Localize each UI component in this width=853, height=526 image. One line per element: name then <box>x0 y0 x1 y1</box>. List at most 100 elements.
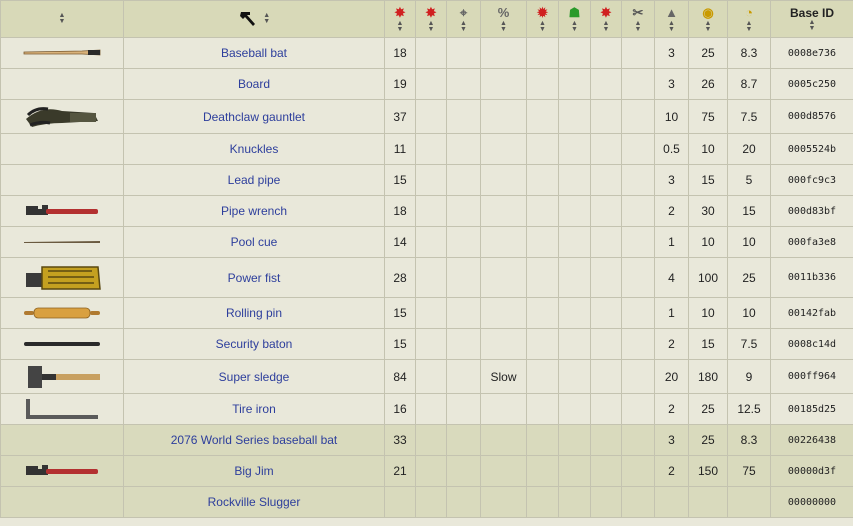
weapon-name-link[interactable]: Rockville Slugger <box>123 486 385 518</box>
value-cell: 25 <box>688 393 728 425</box>
stat-cell <box>590 257 622 298</box>
sort-arrows-icon[interactable]: ▲ ▼ <box>482 20 526 33</box>
value-cell: 75 <box>688 99 728 134</box>
weapon-image[interactable] <box>0 133 124 165</box>
critical-chance-icon: ✸ <box>600 5 612 20</box>
weapon-image[interactable] <box>0 297 124 329</box>
stat-column-header[interactable]: ☗ ▲ ▼ <box>558 0 591 38</box>
weapon-image[interactable] <box>0 68 124 100</box>
stat-cell <box>415 226 447 258</box>
value-cell: 26 <box>688 68 728 100</box>
stat-cell <box>558 297 591 329</box>
weapon-name-link[interactable]: Security baton <box>123 328 385 360</box>
stat-cell <box>590 359 622 394</box>
table-row: Lead pipe 15 3 15 5 000fc9c3 <box>0 164 853 196</box>
base-id-cell: 0005524b <box>770 133 853 165</box>
weapon-name-link[interactable]: Rolling pin <box>123 297 385 329</box>
cue-icon <box>24 241 100 243</box>
stat-cell <box>558 164 591 196</box>
stat-column-header[interactable]: ✂ ▲ ▼ <box>621 0 655 38</box>
weapon-image[interactable] <box>0 486 124 518</box>
stat-cell <box>621 486 655 518</box>
weapon-name-link[interactable]: Power fist <box>123 257 385 298</box>
crosshair-icon: ⌖ <box>459 5 468 20</box>
value-cell <box>688 486 728 518</box>
stat-cell <box>558 68 591 100</box>
stat-column-header[interactable]: ✸ ▲ ▼ <box>590 0 622 38</box>
stat-cell <box>446 328 481 360</box>
stat-cell <box>415 297 447 329</box>
weapon-image[interactable] <box>0 424 124 456</box>
sort-arrows-icon[interactable]: ▲ ▼ <box>690 20 727 33</box>
weapon-name-link[interactable]: Lead pipe <box>123 164 385 196</box>
image-column-header[interactable]: ▲ ▼ <box>0 0 124 38</box>
stat-column-header[interactable]: % ▲ ▼ <box>480 0 527 38</box>
weapon-name-link[interactable]: Baseball bat <box>123 37 385 69</box>
weapon-image[interactable] <box>0 393 124 425</box>
weapon-image[interactable] <box>0 195 124 227</box>
stat-cell <box>446 195 481 227</box>
claw-icon <box>26 106 98 127</box>
weapon-name-link[interactable]: 2076 World Series baseball bat <box>123 424 385 456</box>
stat-cell <box>415 455 447 487</box>
speed-cell <box>480 164 527 196</box>
stat-cell <box>590 37 622 69</box>
weapon-name-link[interactable]: Pool cue <box>123 226 385 258</box>
percent-icon: % <box>497 5 510 20</box>
stat-column-header[interactable]: ▲ ▲ ▼ <box>654 0 689 38</box>
stat-cell <box>526 424 559 456</box>
sort-arrows-icon[interactable]: ▲ ▼ <box>2 12 123 25</box>
stat-column-header[interactable]: ◔ ▲ ▼ <box>727 0 771 38</box>
weapon-name-link[interactable]: Tire iron <box>123 393 385 425</box>
weapon-image[interactable] <box>0 257 124 298</box>
weapon-name-link[interactable]: Pipe wrench <box>123 195 385 227</box>
health-cell: 5 <box>727 164 771 196</box>
weapon-image[interactable] <box>0 37 124 69</box>
sort-arrows-icon[interactable]: ▲ ▼ <box>560 20 590 33</box>
weapon-name-link[interactable]: Knuckles <box>123 133 385 165</box>
sort-arrows-icon[interactable]: ▲ ▼ <box>656 20 688 33</box>
health-cell: 10 <box>727 226 771 258</box>
health-cell: 8.7 <box>727 68 771 100</box>
stat-cell <box>415 164 447 196</box>
pin-icon <box>24 307 100 319</box>
sort-arrows-icon[interactable]: ▲ ▼ <box>448 20 480 33</box>
weight-cell: 20 <box>654 359 689 394</box>
base-id-cell: 00000000 <box>770 486 853 518</box>
sort-arrows-icon[interactable]: ▲ ▼ <box>263 12 270 25</box>
base-id-column-header[interactable]: Base ID ▲ ▼ <box>770 0 853 38</box>
sort-arrows-icon[interactable]: ▲ ▼ <box>528 20 558 33</box>
stat-column-header[interactable]: ⌖ ▲ ▼ <box>446 0 481 38</box>
weapon-name-link[interactable]: Big Jim <box>123 455 385 487</box>
weapon-name-link[interactable]: Deathclaw gauntlet <box>123 99 385 134</box>
weapon-name-link[interactable]: Board <box>123 68 385 100</box>
weapon-image[interactable] <box>0 328 124 360</box>
weapon-image[interactable] <box>0 99 124 134</box>
sort-arrows-icon[interactable]: ▲ ▼ <box>729 20 770 33</box>
sort-arrows-icon[interactable]: ▲ ▼ <box>386 20 415 33</box>
base-id-label: Base ID <box>789 6 835 20</box>
stat-column-header[interactable]: ✸ ▲ ▼ <box>384 0 416 38</box>
weapon-name-link[interactable]: Super sledge <box>123 359 385 394</box>
speed-cell <box>480 226 527 258</box>
stat-cell <box>590 297 622 329</box>
stat-column-header[interactable]: ◉ ▲ ▼ <box>688 0 728 38</box>
sort-arrows-icon[interactable]: ▲ ▼ <box>623 20 654 33</box>
hp-pie-icon: ◔ <box>745 5 753 20</box>
table-row: Pipe wrench 18 2 30 15 000d83bf <box>0 195 853 227</box>
weapon-image[interactable] <box>0 455 124 487</box>
name-column-header[interactable]: ▲ ▼ <box>123 0 385 38</box>
sort-arrows-icon[interactable]: ▲ ▼ <box>772 19 853 32</box>
weapon-image[interactable] <box>0 226 124 258</box>
stat-cell <box>446 133 481 165</box>
stat-column-header[interactable]: ✸ ▲ ▼ <box>415 0 447 38</box>
weapon-image[interactable] <box>0 164 124 196</box>
sort-arrows-icon[interactable]: ▲ ▼ <box>592 20 621 33</box>
stat-column-header[interactable]: ✹ ▲ ▼ <box>526 0 559 38</box>
weapon-image[interactable] <box>0 359 124 394</box>
speed-cell <box>480 424 527 456</box>
weight-icon: ▲ <box>665 5 678 20</box>
speed-cell <box>480 486 527 518</box>
sort-arrows-icon[interactable]: ▲ ▼ <box>417 20 446 33</box>
damage-cell: 18 <box>384 195 416 227</box>
